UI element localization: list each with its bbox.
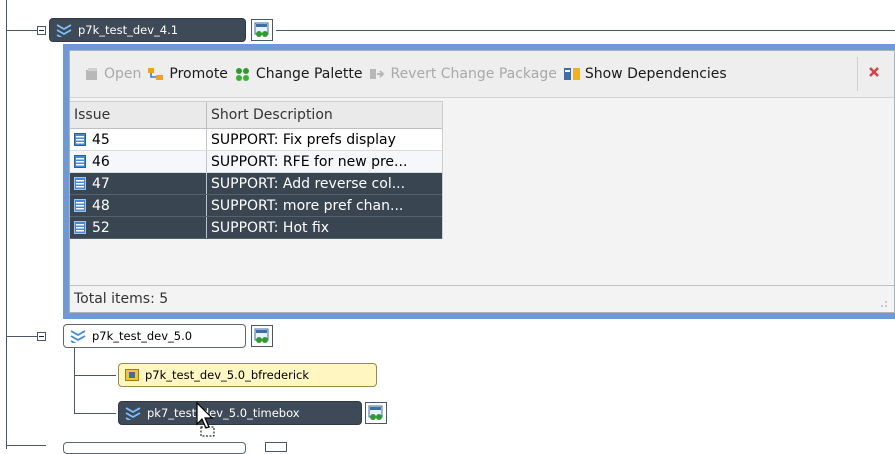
tree-connector bbox=[6, 445, 46, 446]
issue-icon bbox=[74, 177, 86, 190]
resize-grip-icon[interactable] bbox=[880, 300, 888, 308]
workspace-icon bbox=[125, 369, 139, 381]
promote-label: Promote bbox=[169, 66, 228, 82]
open-label: Open bbox=[104, 66, 142, 82]
issue-id: 52 bbox=[92, 219, 110, 236]
workspace-node[interactable]: p7k_test_dev_5.0_bfrederick bbox=[118, 363, 377, 387]
issue-cell: 52 bbox=[70, 217, 207, 238]
promote-button[interactable]: Promote bbox=[147, 66, 228, 82]
issue-icon bbox=[74, 199, 86, 212]
mouse-cursor-icon bbox=[196, 402, 215, 437]
collapse-toggle-icon[interactable] bbox=[37, 332, 46, 341]
issue-id: 45 bbox=[92, 131, 110, 148]
change-palette-button[interactable]: Change Palette bbox=[234, 66, 363, 82]
issue-cell: 48 bbox=[70, 195, 207, 216]
show-dependencies-button[interactable]: Show Dependencies bbox=[563, 66, 727, 82]
revert-icon bbox=[370, 69, 385, 79]
issue-id: 48 bbox=[92, 197, 110, 214]
issue-description: SUPPORT: more pref chan... bbox=[211, 197, 404, 214]
table-row[interactable]: 48 SUPPORT: more pref chan... bbox=[70, 195, 442, 217]
workspace-name: p7k_test_dev_5.0_bfrederick bbox=[145, 368, 310, 382]
show-change-packages-button[interactable] bbox=[251, 19, 273, 41]
open-icon bbox=[86, 68, 97, 80]
tree-connector bbox=[74, 348, 75, 414]
tree-connector bbox=[74, 413, 116, 414]
issue-cell: 45 bbox=[70, 129, 207, 150]
issue-icon bbox=[74, 155, 86, 168]
issue-icon bbox=[74, 133, 86, 146]
issue-id: 47 bbox=[92, 175, 110, 192]
issue-cell: 46 bbox=[70, 151, 207, 172]
promote-icon bbox=[148, 68, 164, 80]
show-change-packages-button[interactable] bbox=[265, 442, 287, 452]
table-row[interactable]: 45 SUPPORT: Fix prefs display bbox=[70, 129, 442, 151]
close-icon[interactable] bbox=[868, 66, 880, 78]
show-change-packages-button[interactable] bbox=[251, 325, 273, 347]
toolbar-separator bbox=[857, 57, 858, 91]
stream-node[interactable] bbox=[63, 442, 246, 454]
dependencies-icon bbox=[563, 68, 580, 80]
revert-label: Revert Change Package bbox=[390, 66, 557, 82]
column-header-short-description[interactable]: Short Description bbox=[207, 102, 442, 128]
issue-description: SUPPORT: RFE for new pre... bbox=[211, 153, 408, 170]
total-items-status: Total items: 5 bbox=[74, 291, 169, 307]
show-change-packages-button[interactable] bbox=[365, 402, 387, 424]
tree-connector bbox=[74, 375, 116, 376]
table-row[interactable]: 46 SUPPORT: RFE for new pre... bbox=[70, 151, 442, 173]
collapse-toggle-icon[interactable] bbox=[37, 26, 46, 35]
issue-description: SUPPORT: Fix prefs display bbox=[211, 131, 396, 148]
revert-change-package-button[interactable]: Revert Change Package bbox=[368, 66, 557, 82]
table-row[interactable]: 52 SUPPORT: Hot fix bbox=[70, 217, 442, 239]
stream-name: pk7_test_dev_5.0_timebox bbox=[147, 406, 300, 420]
change-package-view: Open Promote Change Palette Revert Chang… bbox=[69, 50, 895, 313]
stream-name: p7k_test_dev_5.0 bbox=[92, 329, 193, 343]
stream-icon bbox=[125, 407, 141, 420]
issue-description: SUPPORT: Add reverse col... bbox=[211, 175, 406, 192]
issue-description: SUPPORT: Hot fix bbox=[211, 219, 330, 236]
stream-name: p7k_test_dev_4.1 bbox=[78, 23, 179, 37]
stream-node[interactable]: p7k_test_dev_5.0 bbox=[63, 324, 246, 348]
open-button[interactable]: Open bbox=[84, 66, 141, 82]
change-palette-label: Change Palette bbox=[255, 66, 363, 82]
tree-connector bbox=[276, 30, 895, 31]
stream-node[interactable]: p7k_test_dev_4.1 bbox=[49, 18, 246, 42]
stream-icon bbox=[56, 24, 72, 37]
stream-node[interactable]: pk7_test_dev_5.0_timebox bbox=[118, 401, 362, 425]
issue-table: Issue Short Description 45 SUPPORT: Fix … bbox=[70, 101, 443, 239]
table-row[interactable]: 47 SUPPORT: Add reverse col... bbox=[70, 173, 442, 195]
table-header: Issue Short Description bbox=[70, 101, 442, 129]
issue-icon bbox=[74, 221, 86, 234]
column-header-issue[interactable]: Issue bbox=[70, 102, 207, 128]
change-package-icon bbox=[254, 328, 269, 343]
status-divider bbox=[70, 285, 894, 286]
tree-connector bbox=[6, 0, 7, 449]
change-package-panel: Open Promote Change Palette Revert Chang… bbox=[63, 44, 895, 319]
change-package-icon bbox=[368, 405, 383, 420]
change-palette-icon bbox=[235, 68, 249, 81]
issue-id: 46 bbox=[92, 153, 110, 170]
issue-cell: 47 bbox=[70, 173, 207, 194]
toolbar: Open Promote Change Palette Revert Chang… bbox=[70, 51, 894, 98]
stream-icon bbox=[70, 330, 86, 343]
show-dependencies-label: Show Dependencies bbox=[584, 66, 727, 82]
change-package-icon bbox=[254, 22, 269, 37]
